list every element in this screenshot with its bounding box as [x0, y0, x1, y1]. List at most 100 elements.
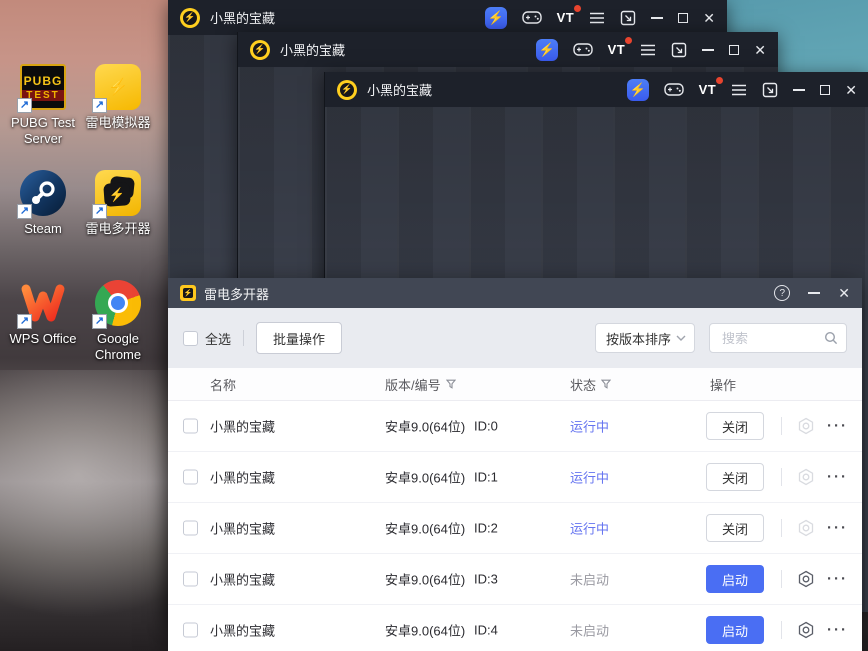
maximize-icon[interactable] [678, 13, 688, 23]
row-checkbox[interactable] [183, 419, 198, 434]
instance-version: 安卓9.0(64位) [385, 468, 465, 487]
row-divider [781, 519, 782, 537]
vt-badge[interactable]: VT [699, 82, 717, 97]
status-badge: 未启动 [570, 621, 609, 640]
vt-badge[interactable]: VT [608, 42, 626, 57]
multiplayer-toolbar: 全选 批量操作 按版本排序 [168, 308, 862, 368]
desktop-icon-label: 雷电模拟器 [76, 115, 160, 131]
instance-version: 安卓9.0(64位) [385, 570, 465, 589]
start-button[interactable]: 启动 [706, 616, 764, 644]
maximize-icon[interactable] [729, 45, 739, 55]
status-badge: 运行中 [570, 519, 609, 538]
row-checkbox[interactable] [183, 521, 198, 536]
filter-icon[interactable] [601, 379, 611, 389]
vt-badge[interactable]: VT [557, 10, 575, 25]
multiplayer-titlebar[interactable]: ⚡ 雷电多开器 ? ✕ [168, 278, 862, 308]
more-icon[interactable]: ··· [827, 521, 848, 536]
desktop-icon-pubg-test-server[interactable]: PUBG TEST ↗ PUBG Test Server [1, 64, 85, 147]
more-icon[interactable]: ··· [827, 470, 848, 485]
desktop-icon-ldmultiplayer[interactable]: ⚡ ↗ 雷电多开器 [76, 170, 160, 237]
row-checkbox[interactable] [183, 470, 198, 485]
boost-icon[interactable]: ⚡ [627, 79, 649, 101]
stop-button[interactable]: 关闭 [706, 514, 764, 542]
emulator-titlebar[interactable]: ⚡ 小黑的宝藏 ⚡ VT ✕ [168, 0, 727, 35]
close-icon[interactable]: ✕ [703, 11, 715, 25]
gamepad-icon[interactable] [664, 82, 684, 97]
instance-id: ID:2 [474, 521, 498, 536]
search-icon [824, 331, 838, 345]
status-badge: 运行中 [570, 468, 609, 487]
instance-name: 小黑的宝藏 [210, 417, 275, 436]
table-header: 名称 版本/编号 状态 操作 [168, 368, 862, 401]
table-row: 小黑的宝藏 安卓9.0(64位) ID:2 运行中 关闭 ··· [168, 503, 862, 554]
shortcut-arrow-icon: ↗ [17, 314, 32, 329]
notification-dot [574, 5, 581, 12]
minimize-icon[interactable] [793, 89, 805, 91]
gamepad-icon[interactable] [522, 10, 542, 25]
rotate-screen-icon[interactable] [671, 42, 687, 58]
desktop-icon-label: Steam [1, 221, 85, 237]
instance-id: ID:4 [474, 623, 498, 638]
desktop-icon-label: PUBG Test Server [1, 115, 85, 147]
menu-icon[interactable] [589, 12, 605, 24]
minimize-icon[interactable] [651, 17, 663, 19]
close-icon[interactable]: ✕ [845, 83, 857, 97]
ldplayer-logo-icon: ⚡ [337, 80, 357, 100]
instance-name: 小黑的宝藏 [210, 570, 275, 589]
search-input[interactable] [720, 330, 824, 347]
boost-icon[interactable]: ⚡ [485, 7, 507, 29]
gear-icon[interactable] [797, 570, 815, 588]
emulator-titlebar[interactable]: ⚡ 小黑的宝藏 ⚡ VT ✕ [238, 32, 778, 67]
desktop-icon-label: WPS Office [1, 331, 85, 347]
menu-icon[interactable] [640, 44, 656, 56]
table-row: 小黑的宝藏 安卓9.0(64位) ID:1 运行中 关闭 ··· [168, 452, 862, 503]
minimize-icon[interactable] [808, 292, 820, 294]
instance-id: ID:3 [474, 572, 498, 587]
close-icon[interactable]: ✕ [754, 43, 766, 57]
rotate-screen-icon[interactable] [620, 10, 636, 26]
instance-id: ID:0 [474, 419, 498, 434]
stop-button[interactable]: 关闭 [706, 463, 764, 491]
stop-button[interactable]: 关闭 [706, 412, 764, 440]
instance-name: 小黑的宝藏 [210, 468, 275, 487]
header-version: 版本/编号 [385, 368, 456, 400]
desktop-icon-google-chrome[interactable]: ↗ Google Chrome [76, 280, 160, 363]
row-checkbox[interactable] [183, 623, 198, 638]
boost-icon[interactable]: ⚡ [536, 39, 558, 61]
sort-dropdown-value: 按版本排序 [606, 329, 676, 348]
instance-version: 安卓9.0(64位) [385, 621, 465, 640]
menu-icon[interactable] [731, 84, 747, 96]
desktop-icon-label: 雷电多开器 [76, 221, 160, 237]
gear-icon[interactable] [797, 621, 815, 639]
more-icon[interactable]: ··· [827, 419, 848, 434]
header-name: 名称 [210, 368, 236, 400]
gamepad-icon[interactable] [573, 42, 593, 57]
row-divider [781, 468, 782, 486]
filter-icon[interactable] [446, 379, 456, 389]
start-button[interactable]: 启动 [706, 565, 764, 593]
gear-icon[interactable] [797, 519, 815, 537]
help-icon[interactable]: ? [774, 285, 790, 301]
table-row: 小黑的宝藏 安卓9.0(64位) ID:0 运行中 关闭 ··· [168, 401, 862, 452]
close-icon[interactable]: ✕ [838, 286, 850, 300]
emulator-titlebar[interactable]: ⚡ 小黑的宝藏 ⚡ VT ✕ [325, 72, 868, 107]
minimize-icon[interactable] [702, 49, 714, 51]
select-all-checkbox[interactable] [183, 331, 198, 346]
row-divider [781, 570, 782, 588]
window-title: 小黑的宝藏 [280, 40, 345, 59]
sort-dropdown[interactable]: 按版本排序 [595, 323, 695, 353]
shortcut-arrow-icon: ↗ [92, 204, 107, 219]
maximize-icon[interactable] [820, 85, 830, 95]
more-icon[interactable]: ··· [827, 572, 848, 587]
desktop-icon-wps-office[interactable]: ↗ WPS Office [1, 280, 85, 347]
gear-icon[interactable] [797, 468, 815, 486]
batch-operations-button[interactable]: 批量操作 [256, 322, 342, 354]
more-icon[interactable]: ··· [827, 623, 848, 638]
desktop-icon-ldplayer[interactable]: ⚡ ↗ 雷电模拟器 [76, 64, 160, 131]
notification-dot [716, 77, 723, 84]
desktop-icon-steam[interactable]: ↗ Steam [1, 170, 85, 237]
gear-icon[interactable] [797, 417, 815, 435]
multiplayer-window: ⚡ 雷电多开器 ? ✕ 全选 批量操作 按版本排序 [168, 278, 862, 651]
rotate-screen-icon[interactable] [762, 82, 778, 98]
row-checkbox[interactable] [183, 572, 198, 587]
